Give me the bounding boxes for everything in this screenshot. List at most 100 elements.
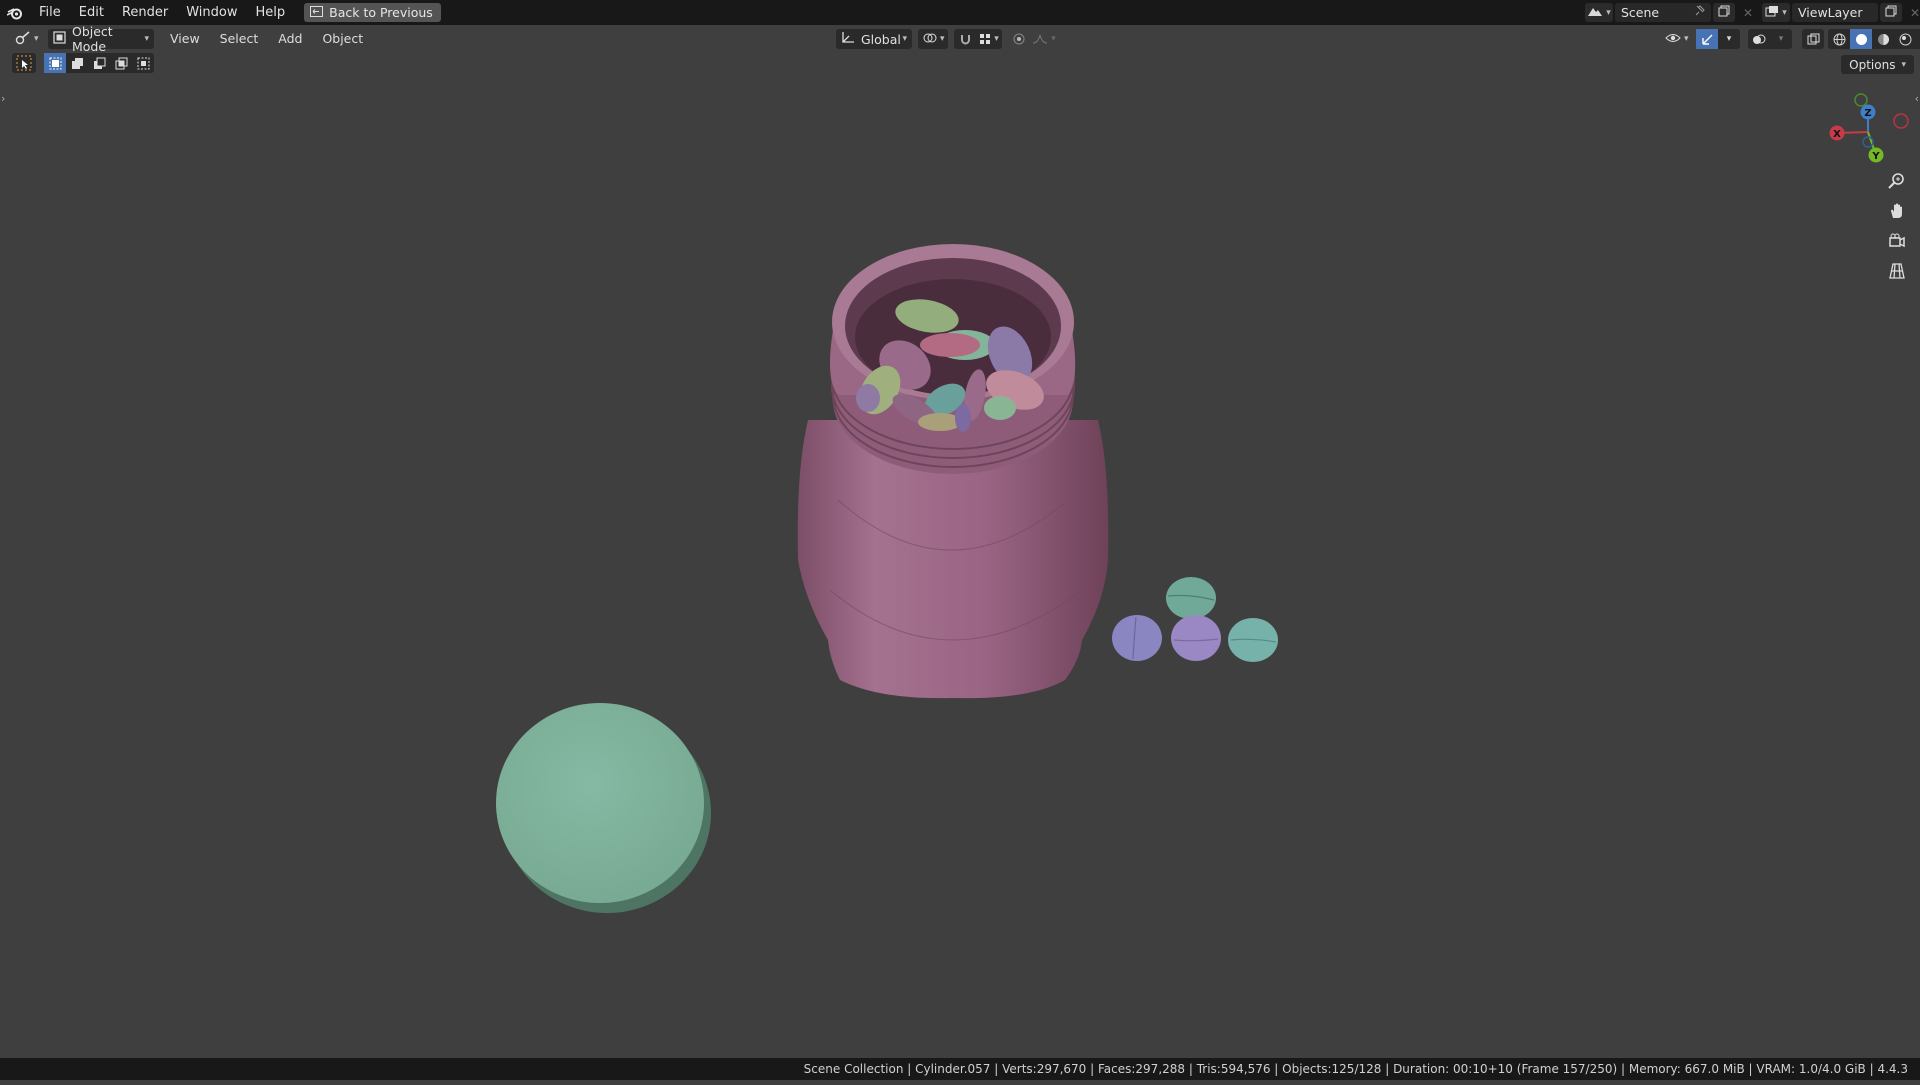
hand-icon bbox=[1888, 202, 1906, 224]
camera-view-button[interactable] bbox=[1884, 230, 1910, 256]
overlay-group: ▾ bbox=[1748, 29, 1792, 49]
chevron-down-icon: ▾ bbox=[144, 34, 149, 44]
chevron-down-icon: ▾ bbox=[1684, 34, 1689, 44]
status-objects: Objects:125/128 bbox=[1282, 1062, 1382, 1076]
snap-group: ▾ bbox=[954, 29, 1002, 49]
scene-name-field[interactable]: Scene bbox=[1615, 3, 1711, 22]
gizmo-x-label: X bbox=[1833, 129, 1841, 140]
menu-render[interactable]: Render bbox=[113, 0, 177, 25]
viewlayer-browse-button[interactable]: ▾ bbox=[1762, 3, 1790, 22]
3d-viewport-icon bbox=[15, 30, 31, 48]
chevron-down-icon: ▾ bbox=[34, 34, 39, 44]
status-bar: Scene Collection | Cylinder.057 | Verts:… bbox=[0, 1058, 1920, 1080]
zoom-view-button[interactable] bbox=[1884, 170, 1910, 196]
visibility-dropdown[interactable]: ▾ bbox=[1660, 29, 1692, 49]
menu-view[interactable]: View bbox=[160, 28, 210, 50]
scene-selector: ▾ Scene ✕ bbox=[1585, 3, 1759, 22]
status-version: 4.4.3 bbox=[1877, 1062, 1908, 1076]
bottle-cap[interactable] bbox=[496, 703, 711, 913]
close-icon: ✕ bbox=[1909, 5, 1920, 20]
loose-pills[interactable] bbox=[1112, 577, 1278, 662]
gizmo-toggle-icon[interactable] bbox=[1696, 29, 1718, 49]
scene-browse-button[interactable]: ▾ bbox=[1585, 3, 1613, 22]
status-collection: Scene Collection bbox=[803, 1062, 904, 1076]
top-menu-bar: File Edit Render Window Help Back to Pre… bbox=[0, 0, 1920, 25]
gizmo-neg-y-icon[interactable] bbox=[1854, 93, 1868, 107]
status-vram: VRAM: 1.0/4.0 GiB bbox=[1756, 1062, 1866, 1076]
chevron-down-icon: ▾ bbox=[1606, 7, 1611, 18]
blender-logo-icon[interactable] bbox=[0, 0, 30, 25]
gizmo-z-label: Z bbox=[1864, 108, 1871, 119]
xray-group bbox=[1802, 29, 1824, 49]
snap-toggle-icon[interactable] bbox=[954, 29, 976, 49]
close-icon: ✕ bbox=[1742, 5, 1754, 20]
chevron-down-icon[interactable]: ▾ bbox=[1916, 29, 1920, 49]
delete-scene-button[interactable]: ✕ bbox=[1737, 3, 1759, 22]
render-layers-icon bbox=[1765, 5, 1779, 21]
mode-label: Object Mode bbox=[72, 24, 113, 54]
chevron-down-icon: ▾ bbox=[940, 34, 945, 44]
shading-group: ▾ bbox=[1828, 29, 1920, 49]
falloff-curve-icon[interactable]: ▾ bbox=[1030, 29, 1058, 49]
grid-perspective-icon bbox=[1888, 262, 1906, 284]
proportional-edit-icon[interactable] bbox=[1008, 29, 1030, 49]
menu-add[interactable]: Add bbox=[268, 28, 312, 50]
snap-target-icon[interactable]: ▾ bbox=[976, 29, 1002, 49]
orientation-label: Global bbox=[861, 31, 901, 47]
viewlayer-selector: ▾ ViewLayer ✕ bbox=[1762, 3, 1920, 22]
eye-icon bbox=[1665, 32, 1681, 47]
menu-file[interactable]: File bbox=[30, 0, 70, 25]
chevron-down-icon[interactable]: ▾ bbox=[1718, 29, 1740, 49]
camera-icon bbox=[1888, 232, 1906, 254]
chevron-down-icon: ▾ bbox=[994, 34, 999, 44]
navigation-gizmo[interactable]: Z X Y bbox=[1820, 92, 1910, 182]
new-viewlayer-button[interactable] bbox=[1880, 3, 1902, 22]
new-scene-button[interactable] bbox=[1713, 3, 1735, 22]
rendered-shading-icon[interactable] bbox=[1894, 29, 1916, 49]
zoom-icon bbox=[1888, 172, 1906, 194]
orientation-axes-icon bbox=[841, 31, 855, 47]
wireframe-shading-icon[interactable] bbox=[1828, 29, 1850, 49]
viewlayer-name-field[interactable]: ViewLayer bbox=[1792, 3, 1878, 22]
editor-type-button[interactable]: ▾ bbox=[10, 29, 40, 49]
pivot-icon bbox=[923, 32, 937, 47]
back-to-previous-button[interactable]: Back to Previous bbox=[304, 3, 441, 22]
pivot-point-dropdown[interactable]: ▾ bbox=[918, 29, 948, 49]
menu-window[interactable]: Window bbox=[177, 0, 246, 25]
menu-edit[interactable]: Edit bbox=[70, 0, 113, 25]
menu-object[interactable]: Object bbox=[312, 28, 373, 50]
scene-icon bbox=[1587, 5, 1603, 21]
viewport-canvas[interactable] bbox=[0, 55, 1920, 1085]
menu-help[interactable]: Help bbox=[247, 0, 295, 25]
screen-back-icon bbox=[310, 5, 324, 20]
xray-toggle-icon[interactable] bbox=[1802, 29, 1824, 49]
chevron-down-icon[interactable]: ▾ bbox=[1770, 29, 1792, 49]
status-active-object: Cylinder.057 bbox=[915, 1062, 991, 1076]
duplicate-icon bbox=[1718, 5, 1730, 21]
object-mode-icon bbox=[53, 31, 66, 47]
proportional-edit-group: ▾ bbox=[1008, 29, 1058, 49]
perspective-toggle-button[interactable] bbox=[1884, 260, 1910, 286]
pan-view-button[interactable] bbox=[1884, 200, 1910, 226]
transform-orientation-dropdown[interactable]: Global ▾ bbox=[836, 29, 912, 49]
status-tris: Tris:594,576 bbox=[1196, 1062, 1271, 1076]
gizmo-y-label: Y bbox=[1871, 151, 1880, 162]
status-memory: Memory: 667.0 MiB bbox=[1628, 1062, 1745, 1076]
viewport-header: ▾ Object Mode ▾ View Select Add Object G… bbox=[0, 24, 1920, 54]
overlay-toggle-icon[interactable] bbox=[1748, 29, 1770, 49]
status-duration: Duration: 00:10+10 (Frame 157/250) bbox=[1393, 1062, 1618, 1076]
solid-shading-icon[interactable] bbox=[1850, 29, 1872, 49]
gizmo-neg-x-icon[interactable] bbox=[1893, 113, 1909, 129]
chevron-down-icon: ▾ bbox=[1782, 7, 1787, 18]
chevron-down-icon: ▾ bbox=[1051, 34, 1056, 44]
gizmo-group: ▾ bbox=[1696, 29, 1740, 49]
scene-name-label: Scene bbox=[1621, 5, 1660, 20]
status-faces: Faces:297,288 bbox=[1097, 1062, 1186, 1076]
status-verts: Verts:297,670 bbox=[1002, 1062, 1087, 1076]
mode-dropdown[interactable]: Object Mode ▾ bbox=[48, 24, 154, 54]
menu-select[interactable]: Select bbox=[210, 28, 269, 50]
pin-icon[interactable] bbox=[1694, 5, 1705, 20]
chevron-down-icon: ▾ bbox=[902, 34, 907, 44]
delete-viewlayer-button[interactable]: ✕ bbox=[1904, 3, 1920, 22]
material-shading-icon[interactable] bbox=[1872, 29, 1894, 49]
